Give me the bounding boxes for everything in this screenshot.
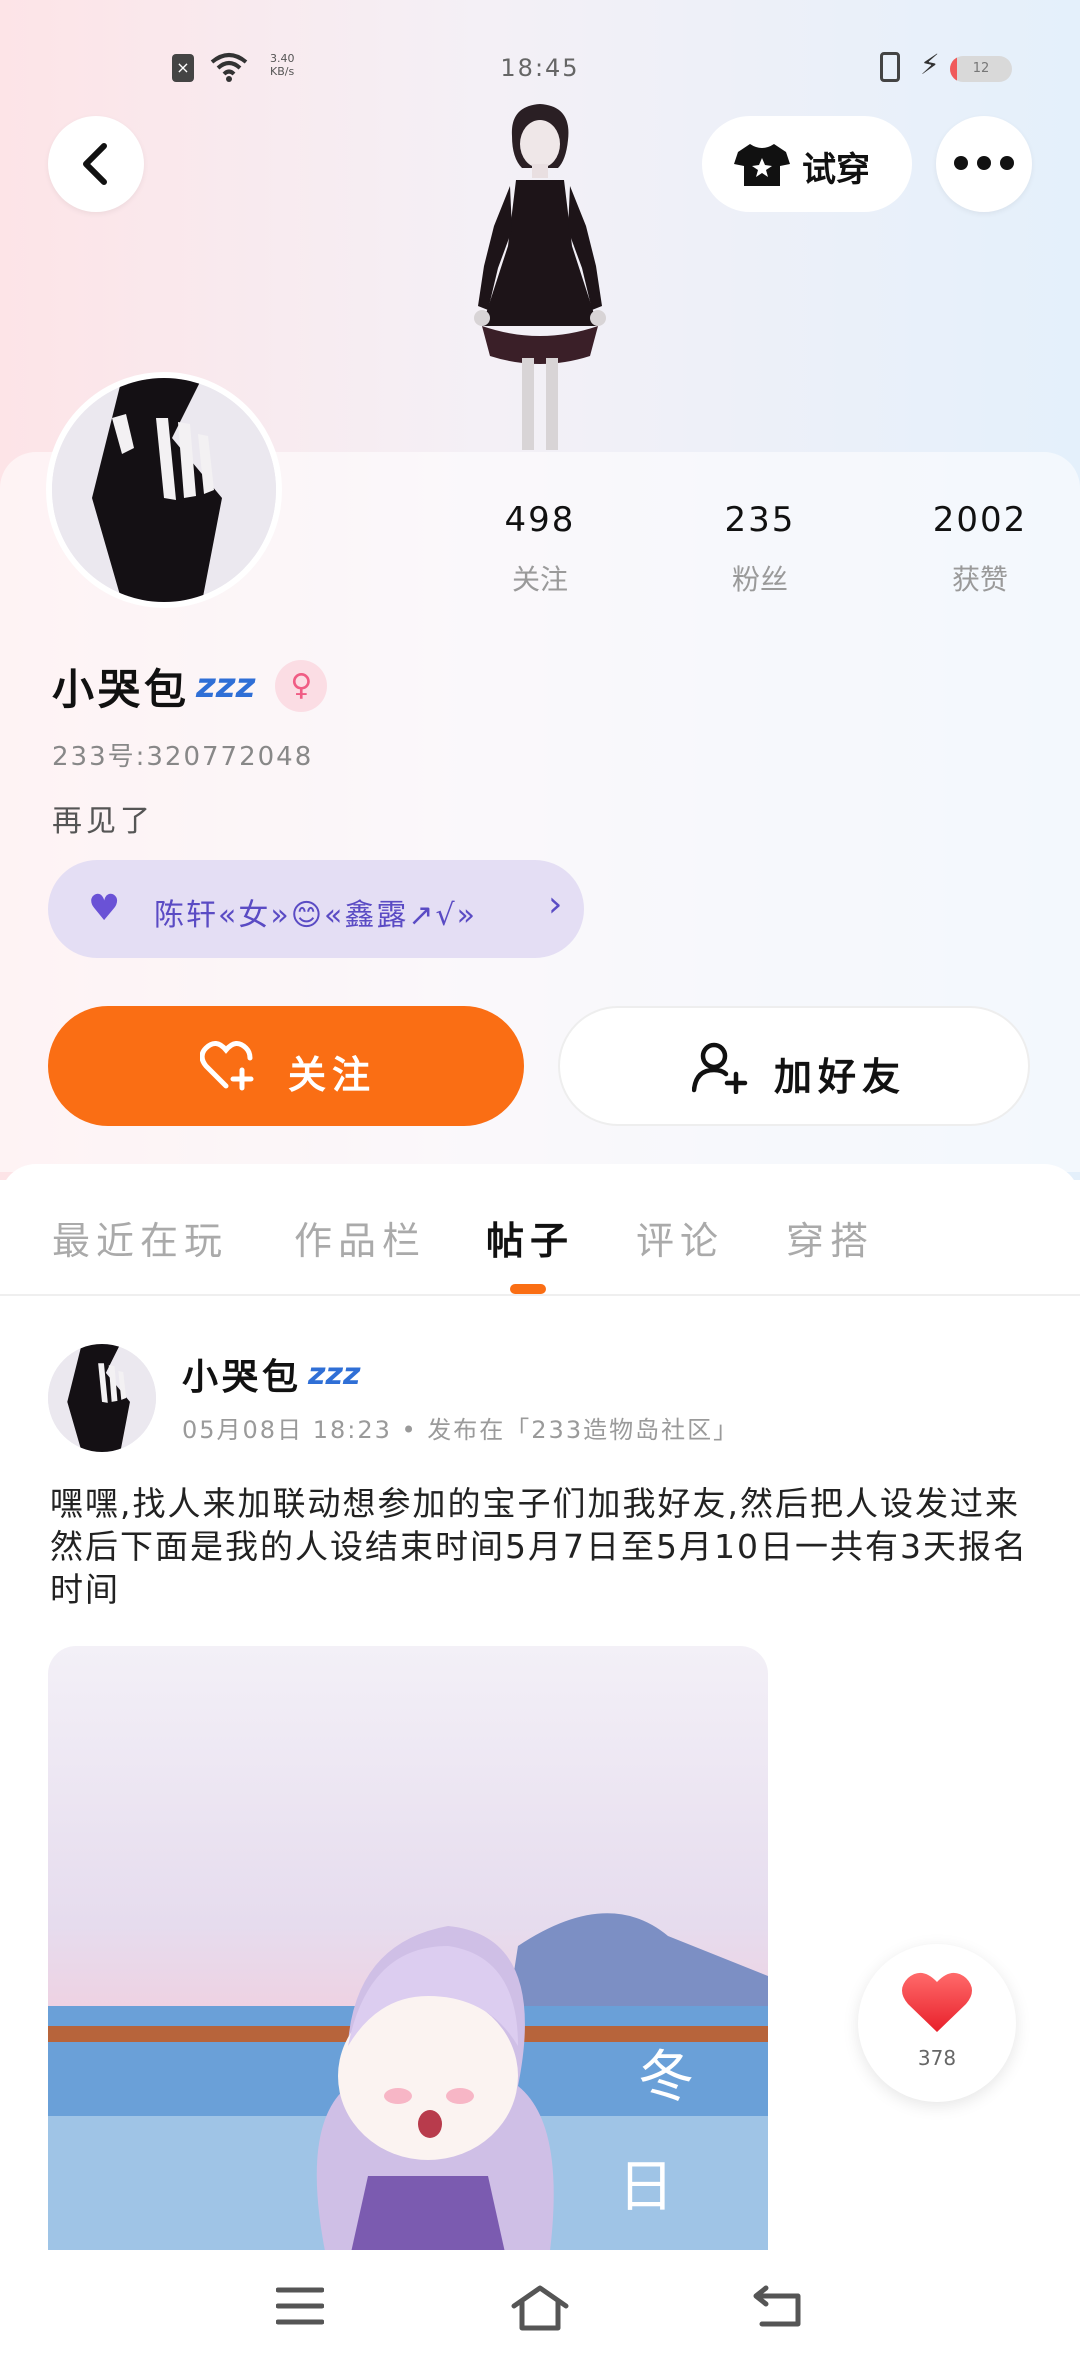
profile-stats: 498 关注 235 粉丝 2002 获赞 <box>470 500 1050 598</box>
tshirt-icon <box>734 144 790 186</box>
add-friend-label: 加好友 <box>774 1055 907 1099</box>
stat-followers[interactable]: 235 粉丝 <box>690 500 830 598</box>
svg-text:冬: 冬 <box>638 2045 694 2110</box>
add-user-icon <box>692 1042 748 1094</box>
post-author-row: 小哭包 zzz <box>182 1348 360 1400</box>
system-nav-bar <box>0 2250 1080 2376</box>
back-button[interactable] <box>48 116 144 212</box>
vibrate-icon <box>880 52 900 82</box>
chevron-left-icon <box>83 143 107 185</box>
stat-value: 2002 <box>932 500 1028 540</box>
try-on-label: 试穿 <box>802 150 870 190</box>
menu-icon[interactable] <box>276 2284 324 2328</box>
sleep-badge-icon: zzz <box>308 1356 361 1392</box>
stat-label: 获赞 <box>951 563 1008 596</box>
sleep-badge-icon: zzz <box>196 666 256 706</box>
try-on-button[interactable]: 试穿 <box>702 116 912 212</box>
stat-label: 关注 <box>511 563 568 596</box>
status-bar: × 3.40 KB/s 18:45 ⚡ 12 <box>0 48 1080 88</box>
stat-likes[interactable]: 2002 获赞 <box>910 500 1050 598</box>
user-id: 233号:320772048 <box>52 742 314 772</box>
stat-label: 粉丝 <box>731 563 788 596</box>
tab-posts[interactable]: 帖子 <box>486 1210 574 1265</box>
tab-works[interactable]: 作品栏 <box>294 1210 426 1265</box>
battery-level <box>950 56 958 82</box>
divider <box>0 1294 1080 1296</box>
content-panel: 最近在玩 作品栏 帖子 评论 穿搭 小哭包 zzz 05月08日 18:23 •… <box>0 1164 1080 2376</box>
post-meta: 05月08日 18:23 • 发布在「233造物岛社区」 <box>182 1416 740 1444</box>
active-tab-indicator <box>510 1284 546 1294</box>
avatar[interactable] <box>46 372 282 608</box>
chevron-right-icon: › <box>548 884 563 925</box>
home-icon[interactable] <box>510 2284 570 2332</box>
back-nav-icon[interactable] <box>752 2284 804 2328</box>
like-button[interactable]: 378 <box>858 1944 1016 2102</box>
post-image[interactable]: 冬 日 <box>48 1646 768 2266</box>
bio: 再见了 <box>52 804 154 839</box>
stat-value: 235 <box>724 500 796 540</box>
tab-outfits[interactable]: 穿搭 <box>786 1210 874 1265</box>
stat-value: 498 <box>504 500 576 540</box>
follow-label: 关注 <box>288 1053 377 1097</box>
svg-text:日: 日 <box>618 2155 674 2220</box>
heart-icon: ♥ <box>88 888 121 929</box>
female-icon: ♀ <box>275 660 328 712</box>
charging-icon: ⚡ <box>920 48 940 81</box>
heart-plus-icon <box>200 1041 254 1091</box>
like-count: 378 <box>917 2046 957 2070</box>
more-options-button[interactable] <box>936 116 1032 212</box>
battery-icon: 12 <box>950 56 1012 82</box>
more-icon <box>954 156 1014 170</box>
stat-following[interactable]: 498 关注 <box>470 500 610 598</box>
follow-button[interactable]: 关注 <box>48 1006 524 1126</box>
battery-percent: 12 <box>972 61 990 76</box>
heart-icon <box>902 1972 972 2032</box>
clock: 18:45 <box>500 54 580 82</box>
post-author-avatar[interactable] <box>48 1344 156 1452</box>
post-text[interactable]: 嘿嘿,找人来加联动想参加的宝子们加我好友,然后把人设发过来然后下面是我的人设结束… <box>50 1482 1040 1611</box>
relationship-card[interactable]: ♥ 陈轩«女»😊«鑫露↗√» › <box>48 860 584 958</box>
tab-recent[interactable]: 最近在玩 <box>52 1210 228 1265</box>
character-model <box>474 104 606 450</box>
tab-comments[interactable]: 评论 <box>636 1210 724 1265</box>
tab-bar: 最近在玩 作品栏 帖子 评论 穿搭 <box>0 1194 1080 1294</box>
post-author-name[interactable]: 小哭包 <box>182 1348 302 1400</box>
profile-name: 小哭包 <box>52 664 191 714</box>
relationship-text: 陈轩«女»😊«鑫露↗√» <box>154 898 477 933</box>
add-friend-button[interactable]: 加好友 <box>558 1006 1030 1126</box>
profile-name-row: 小哭包 zzz ♀ <box>52 656 328 716</box>
